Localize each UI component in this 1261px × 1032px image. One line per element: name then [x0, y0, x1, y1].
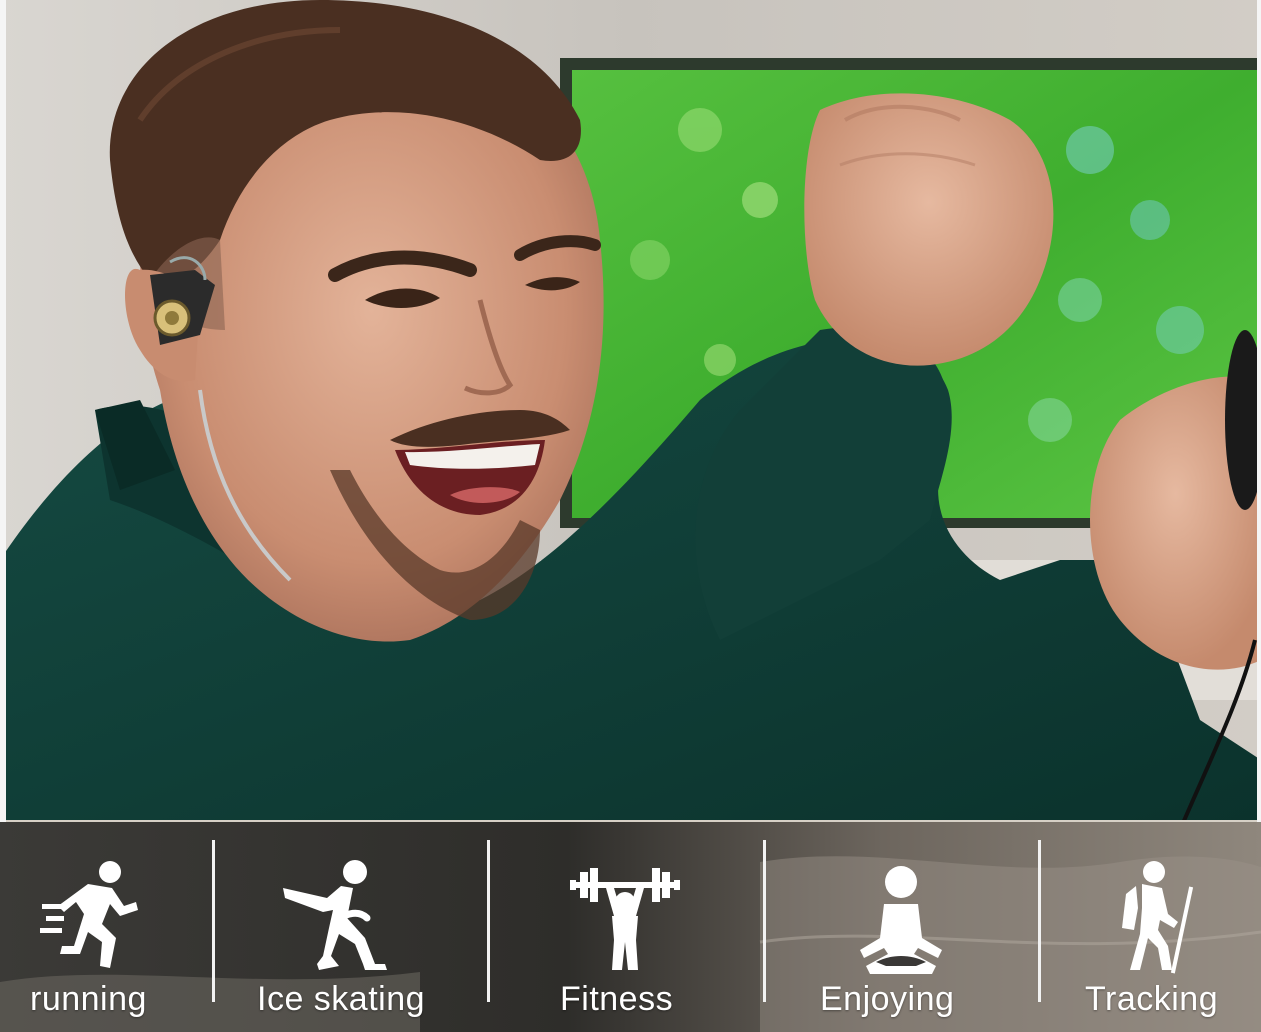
weightlifting-icon — [570, 858, 680, 978]
activity-label: Fitness — [560, 980, 674, 1018]
meditation-icon — [846, 858, 956, 978]
activity-enjoying: Enjoying — [766, 822, 1038, 1032]
running-icon — [40, 858, 150, 978]
activity-running: running — [0, 822, 190, 1032]
activity-label: running — [30, 980, 147, 1018]
activity-bar: running Ice skating Fitness Enjoying Tra… — [0, 822, 1261, 1032]
activity-tracking: Tracking — [1041, 822, 1261, 1032]
activity-label: Ice skating — [257, 980, 426, 1018]
activity-label: Enjoying — [820, 980, 955, 1018]
hiking-icon — [1096, 858, 1206, 978]
activity-ice-skating: Ice skating — [215, 822, 487, 1032]
activity-label: Tracking — [1085, 980, 1219, 1018]
ice-skating-icon — [277, 858, 407, 978]
activity-fitness: Fitness — [490, 822, 763, 1032]
